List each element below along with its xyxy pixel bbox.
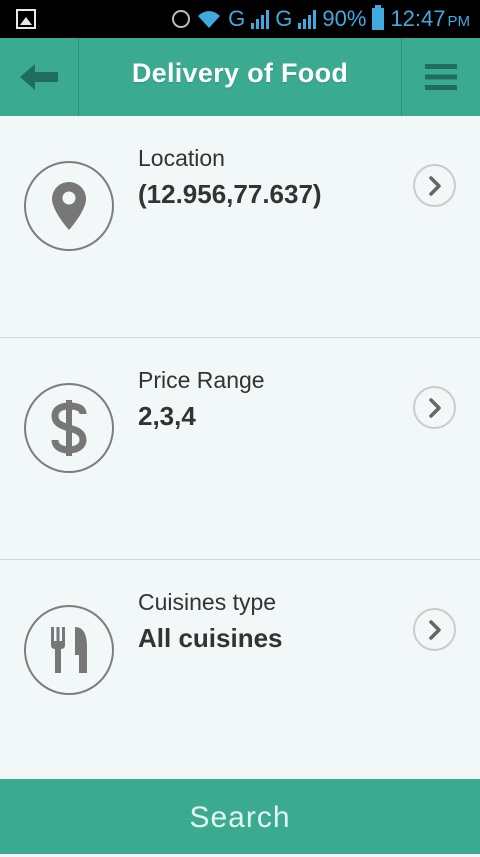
price-range-row[interactable]: Price Range 2,3,4	[0, 338, 480, 560]
chevron-right-icon	[428, 175, 441, 196]
chevron-right-icon	[428, 619, 441, 640]
gallery-notification-icon	[16, 9, 36, 29]
location-pin-icon	[52, 182, 86, 230]
network-type-2: G	[275, 6, 293, 31]
price-icon-circle	[24, 383, 114, 473]
cutlery-icon	[51, 627, 87, 673]
network-type-1: G	[228, 6, 246, 31]
back-button[interactable]	[0, 38, 79, 116]
cuisines-label: Cuisines type	[138, 589, 277, 615]
dollar-icon	[51, 400, 87, 456]
location-row[interactable]: Location (12.956,77.637)	[0, 116, 480, 338]
location-label: Location	[138, 145, 225, 171]
menu-button[interactable]	[401, 38, 480, 116]
clock-ampm: PM	[447, 12, 471, 30]
cuisines-value: All cuisines	[138, 623, 283, 653]
price-range-chevron-button[interactable]	[413, 386, 456, 429]
price-range-label: Price Range	[138, 367, 265, 393]
location-chevron-button[interactable]	[413, 164, 456, 207]
status-bar: G G 90% 12:47 PM	[0, 0, 480, 38]
signal-icon-2	[298, 9, 317, 29]
battery-percent: 90%	[322, 6, 367, 31]
location-icon-circle	[24, 161, 114, 251]
back-arrow-icon	[20, 64, 58, 90]
app-bar: Delivery of Food	[0, 38, 480, 116]
search-button[interactable]: Search	[0, 779, 480, 854]
cuisines-row[interactable]: Cuisines type All cuisines	[0, 560, 480, 778]
chevron-right-icon	[428, 397, 441, 418]
status-icons: G G 90% 12:47 PM	[172, 0, 470, 38]
page-title: Delivery of Food	[131, 58, 349, 88]
cuisines-chevron-button[interactable]	[413, 608, 456, 651]
battery-icon	[372, 5, 385, 30]
cuisine-icon-circle	[24, 605, 114, 695]
menu-icon	[425, 64, 457, 90]
price-range-value: 2,3,4	[138, 401, 196, 431]
signal-icon-1	[251, 9, 270, 29]
clock: 12:47	[390, 6, 446, 31]
location-value: (12.956,77.637)	[138, 179, 322, 209]
alarm-icon	[172, 10, 191, 28]
wifi-icon	[198, 11, 221, 28]
